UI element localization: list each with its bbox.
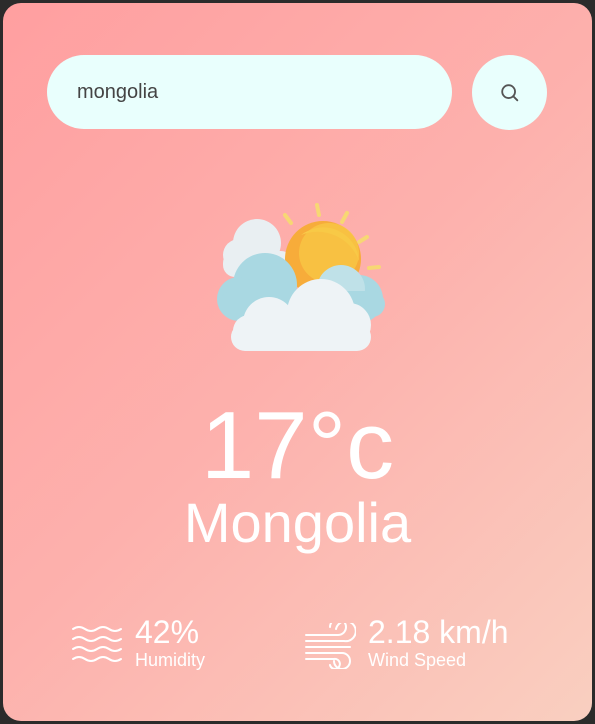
weather-card: 17°c Mongolia 42% Humidity <box>3 3 592 721</box>
humidity-detail: 42% Humidity <box>71 615 205 671</box>
search-button[interactable] <box>472 55 547 130</box>
humidity-waves-icon <box>72 626 122 662</box>
temperature: 17°c <box>200 392 395 499</box>
sun-behind-clouds-icon <box>217 203 385 351</box>
city-name: Mongolia <box>183 491 412 554</box>
search-icon <box>500 83 518 101</box>
wind-speed-value: 2.18 km/h <box>368 614 509 650</box>
humidity-label: Humidity <box>135 650 206 670</box>
wind-speed-label: Wind Speed <box>368 650 467 670</box>
wind-detail: 2.18 km/h Wind Speed <box>304 615 509 671</box>
wind-icon <box>305 623 356 669</box>
humidity-value: 42% <box>135 614 200 650</box>
search-input[interactable] <box>47 55 452 129</box>
